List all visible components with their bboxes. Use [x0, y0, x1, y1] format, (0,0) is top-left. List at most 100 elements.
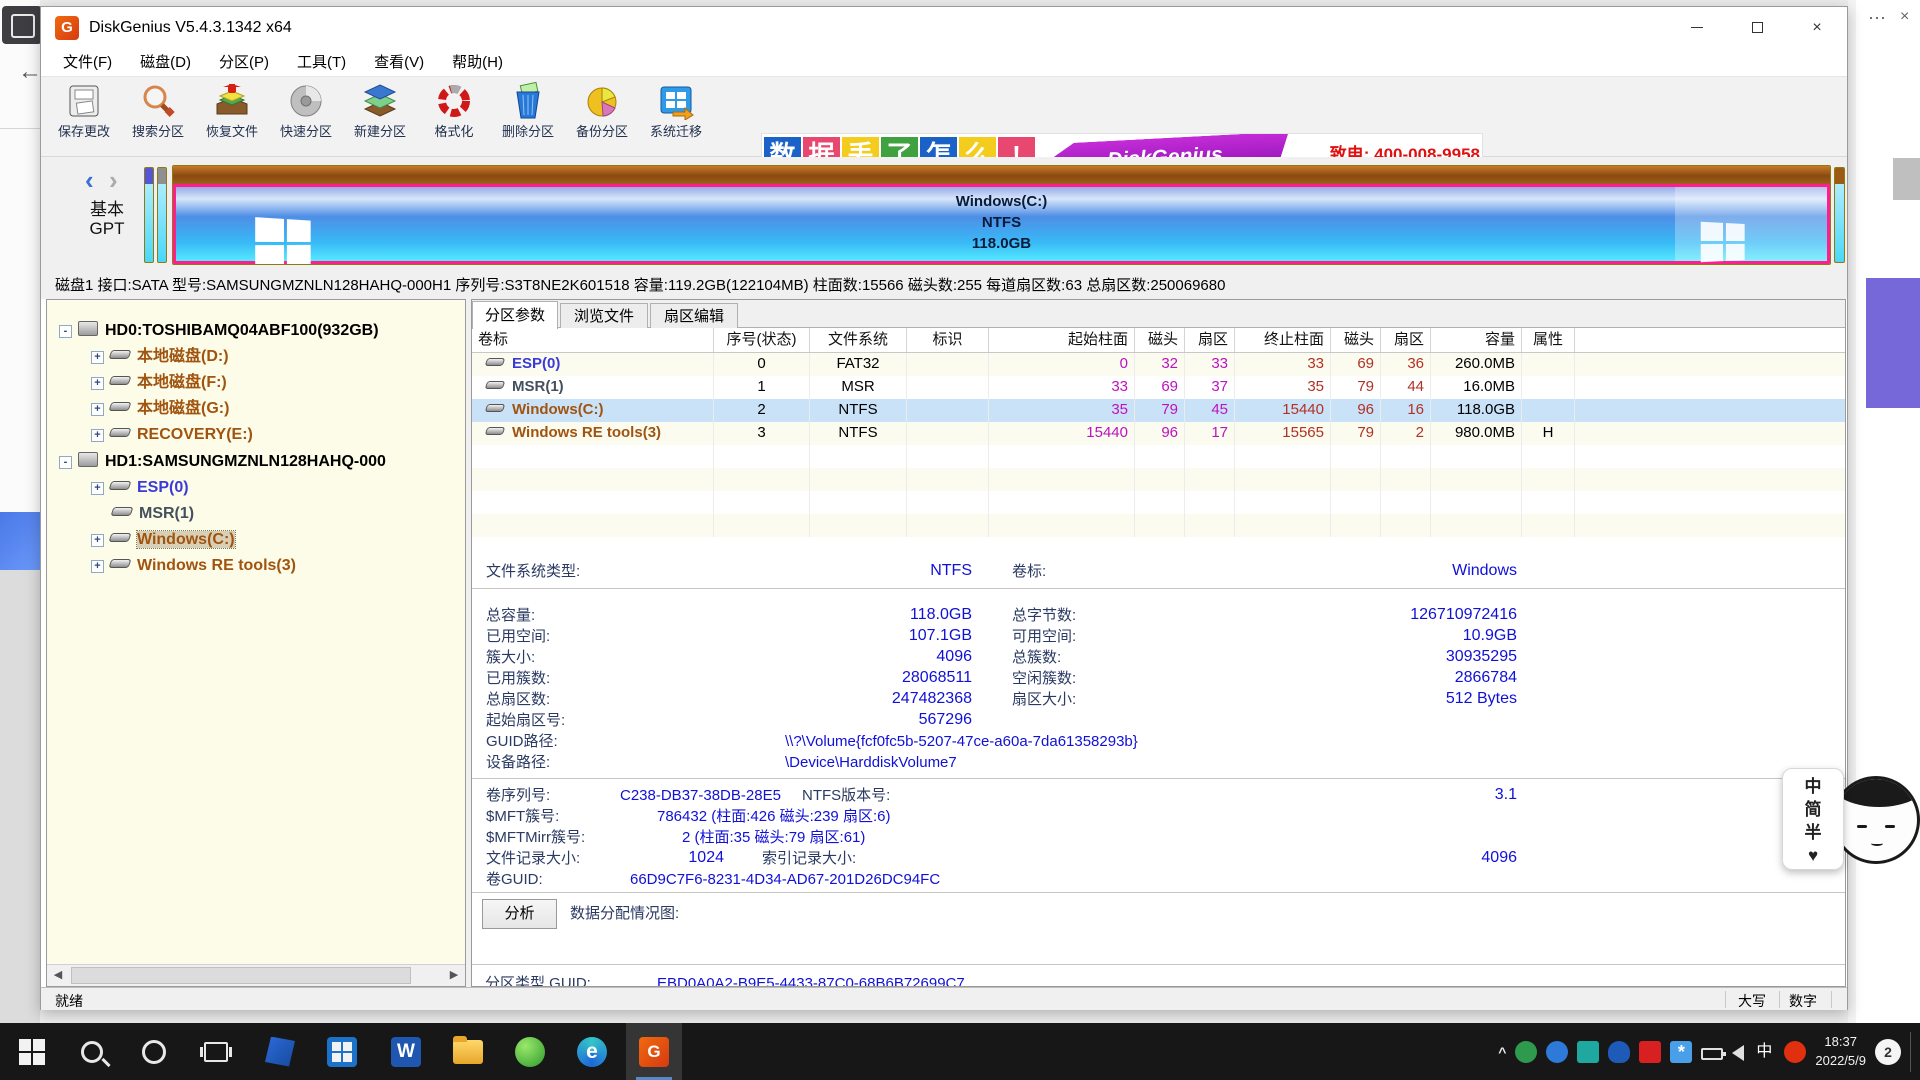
tree-item-local-g[interactable]: +本地磁盘(G:): [91, 396, 229, 421]
taskbar-diskgenius-active[interactable]: G: [626, 1023, 682, 1080]
menu-partition[interactable]: 分区(P): [205, 49, 283, 76]
pinned-edge[interactable]: e: [564, 1023, 620, 1080]
expander-icon[interactable]: +: [91, 429, 104, 442]
notification-badge[interactable]: 2: [1875, 1039, 1901, 1065]
table-row-msr[interactable]: MSR(1) 1 MSR 33 69 37 35 79 44 16.0MB: [472, 376, 1845, 399]
tree-item-hd0[interactable]: -HD0:TOSHIBAMQ04ABF100(932GB): [59, 318, 379, 343]
ime-simplified-button[interactable]: 简: [1783, 798, 1843, 821]
partition-bar-windows-c[interactable]: Windows(C:) NTFS 118.0GB: [172, 165, 1831, 265]
expander-icon[interactable]: +: [91, 351, 104, 364]
col-capacity: 容量: [1431, 328, 1522, 352]
taskbar-clock[interactable]: 18:37 2022/5/9: [1815, 1033, 1866, 1071]
detail-label: 总扇区数:: [486, 690, 550, 710]
format-button[interactable]: 格式化: [417, 79, 491, 155]
expander-icon[interactable]: +: [91, 377, 104, 390]
start-button[interactable]: [4, 1023, 60, 1080]
tree-item-windows-c[interactable]: +Windows(C:): [91, 527, 235, 552]
save-changes-button[interactable]: 保存更改: [47, 79, 121, 155]
taskbar-search-button[interactable]: [64, 1023, 120, 1080]
vol-label-row: 卷标:: [1012, 562, 1046, 582]
show-desktop-button[interactable]: [1910, 1032, 1914, 1072]
file-record-label: 文件记录大小:: [486, 849, 580, 869]
ime-heart-icon[interactable]: ♥: [1783, 844, 1843, 867]
tray-qq-icon[interactable]: [1608, 1041, 1630, 1063]
system-migration-button[interactable]: 系统迁移: [639, 79, 713, 155]
tree-item-hd1[interactable]: -HD1:SAMSUNGMZNLN128HAHQ-000: [59, 449, 386, 474]
detail-label: 总字节数:: [1012, 606, 1076, 626]
new-partition-button[interactable]: 新建分区: [343, 79, 417, 155]
pinned-word[interactable]: W: [378, 1023, 434, 1080]
ime-toolbar[interactable]: 中 简 半 ♥: [1782, 768, 1844, 870]
browser-menu-icon[interactable]: ⋯: [1868, 8, 1886, 29]
table-row-esp[interactable]: ESP(0) 0 FAT32 0 32 33 33 69 36 260.0MB: [472, 353, 1845, 376]
scroll-right-icon[interactable]: ▶: [443, 965, 465, 986]
pinned-store[interactable]: [314, 1023, 370, 1080]
delete-partition-button[interactable]: 删除分区: [491, 79, 565, 155]
recover-files-button[interactable]: 恢复文件: [195, 79, 269, 155]
expander-icon[interactable]: +: [91, 403, 104, 416]
scroll-left-icon[interactable]: ◀: [47, 965, 69, 986]
tree-item-recovery-e[interactable]: +RECOVERY(E:): [91, 422, 253, 447]
menu-view[interactable]: 查看(V): [360, 49, 438, 76]
table-row-windows-re[interactable]: Windows RE tools(3) 3 NTFS 15440 96 17 1…: [472, 422, 1845, 445]
expander-icon[interactable]: +: [91, 560, 104, 573]
tab-browse-files[interactable]: 浏览文件: [560, 303, 648, 328]
expander-icon[interactable]: +: [91, 534, 104, 547]
battery-icon[interactable]: [1701, 1048, 1723, 1060]
tree-item-windows-re[interactable]: +Windows RE tools(3): [91, 553, 296, 578]
detail-label: 簇大小:: [486, 648, 535, 668]
tree-item-msr[interactable]: MSR(1): [112, 501, 194, 526]
tray-red-app-icon[interactable]: [1784, 1041, 1806, 1063]
analyze-button[interactable]: 分析: [482, 899, 557, 929]
pinned-explorer[interactable]: [440, 1023, 496, 1080]
ime-lang-button[interactable]: 中: [1783, 775, 1843, 798]
menu-disk[interactable]: 磁盘(D): [126, 49, 205, 76]
search-partition-button[interactable]: 搜索分区: [121, 79, 195, 155]
ime-indicator[interactable]: 中: [1753, 1041, 1775, 1063]
tray-snowflake-icon[interactable]: *: [1670, 1041, 1692, 1063]
partition-bar-body: Windows(C:) NTFS 118.0GB: [173, 184, 1830, 264]
tray-expand-icon[interactable]: ^: [1498, 1044, 1506, 1060]
expander-icon[interactable]: -: [59, 325, 72, 338]
menu-file[interactable]: 文件(F): [49, 49, 126, 76]
partition-sliver-re[interactable]: [1834, 167, 1845, 263]
tree-item-esp[interactable]: +ESP(0): [91, 475, 189, 500]
table-row-windows-c-selected[interactable]: Windows(C:) 2 NTFS 35 79 45 15440 96 16 …: [472, 399, 1845, 422]
browser-close-icon[interactable]: ×: [1900, 8, 1909, 26]
menu-help[interactable]: 帮助(H): [438, 49, 517, 76]
tab-sector-edit[interactable]: 扇区编辑: [650, 303, 738, 328]
pinned-app-green[interactable]: [502, 1023, 558, 1080]
tab-partition-params[interactable]: 分区参数: [472, 301, 558, 329]
prev-disk-chevron-icon[interactable]: ‹: [85, 165, 94, 196]
background-tab-icon[interactable]: [2, 6, 42, 44]
backup-partition-icon: [583, 82, 621, 120]
backup-partition-button[interactable]: 备份分区: [565, 79, 639, 155]
menu-bar: 文件(F) 磁盘(D) 分区(P) 工具(T) 查看(V) 帮助(H): [41, 49, 1847, 77]
task-view-button[interactable]: [188, 1023, 244, 1080]
tree-item-local-f[interactable]: +本地磁盘(F:): [91, 370, 227, 395]
maximize-button[interactable]: [1727, 7, 1787, 49]
menu-tools[interactable]: 工具(T): [283, 49, 360, 76]
back-arrow-icon[interactable]: ←: [18, 58, 42, 86]
partition-sliver-msr[interactable]: [157, 167, 167, 263]
tray-blue-icon[interactable]: [1546, 1041, 1568, 1063]
window-title: DiskGenius V5.4.3.1342 x64: [89, 7, 292, 49]
cortana-button[interactable]: [126, 1023, 182, 1080]
partition-sliver-esp[interactable]: [144, 167, 154, 263]
tray-shield-icon[interactable]: [1515, 1041, 1537, 1063]
minimize-button[interactable]: [1667, 7, 1727, 49]
tree-item-local-d[interactable]: +本地磁盘(D:): [91, 344, 229, 369]
expander-icon[interactable]: -: [59, 456, 72, 469]
tree-horizontal-scrollbar[interactable]: ◀ ▶: [47, 964, 465, 986]
volume-icon[interactable]: [1732, 1045, 1744, 1061]
save-changes-icon: [65, 82, 103, 120]
next-disk-chevron-icon[interactable]: ›: [109, 165, 118, 196]
quick-partition-button[interactable]: 快速分区: [269, 79, 343, 155]
ime-halfwidth-button[interactable]: 半: [1783, 821, 1843, 844]
expander-icon[interactable]: +: [91, 482, 104, 495]
close-button[interactable]: ×: [1787, 7, 1847, 49]
pinned-app-1[interactable]: [252, 1023, 308, 1080]
tray-red-flag-icon[interactable]: [1639, 1041, 1661, 1063]
scrollbar-thumb[interactable]: [71, 967, 411, 984]
tray-teal-icon[interactable]: [1577, 1041, 1599, 1063]
